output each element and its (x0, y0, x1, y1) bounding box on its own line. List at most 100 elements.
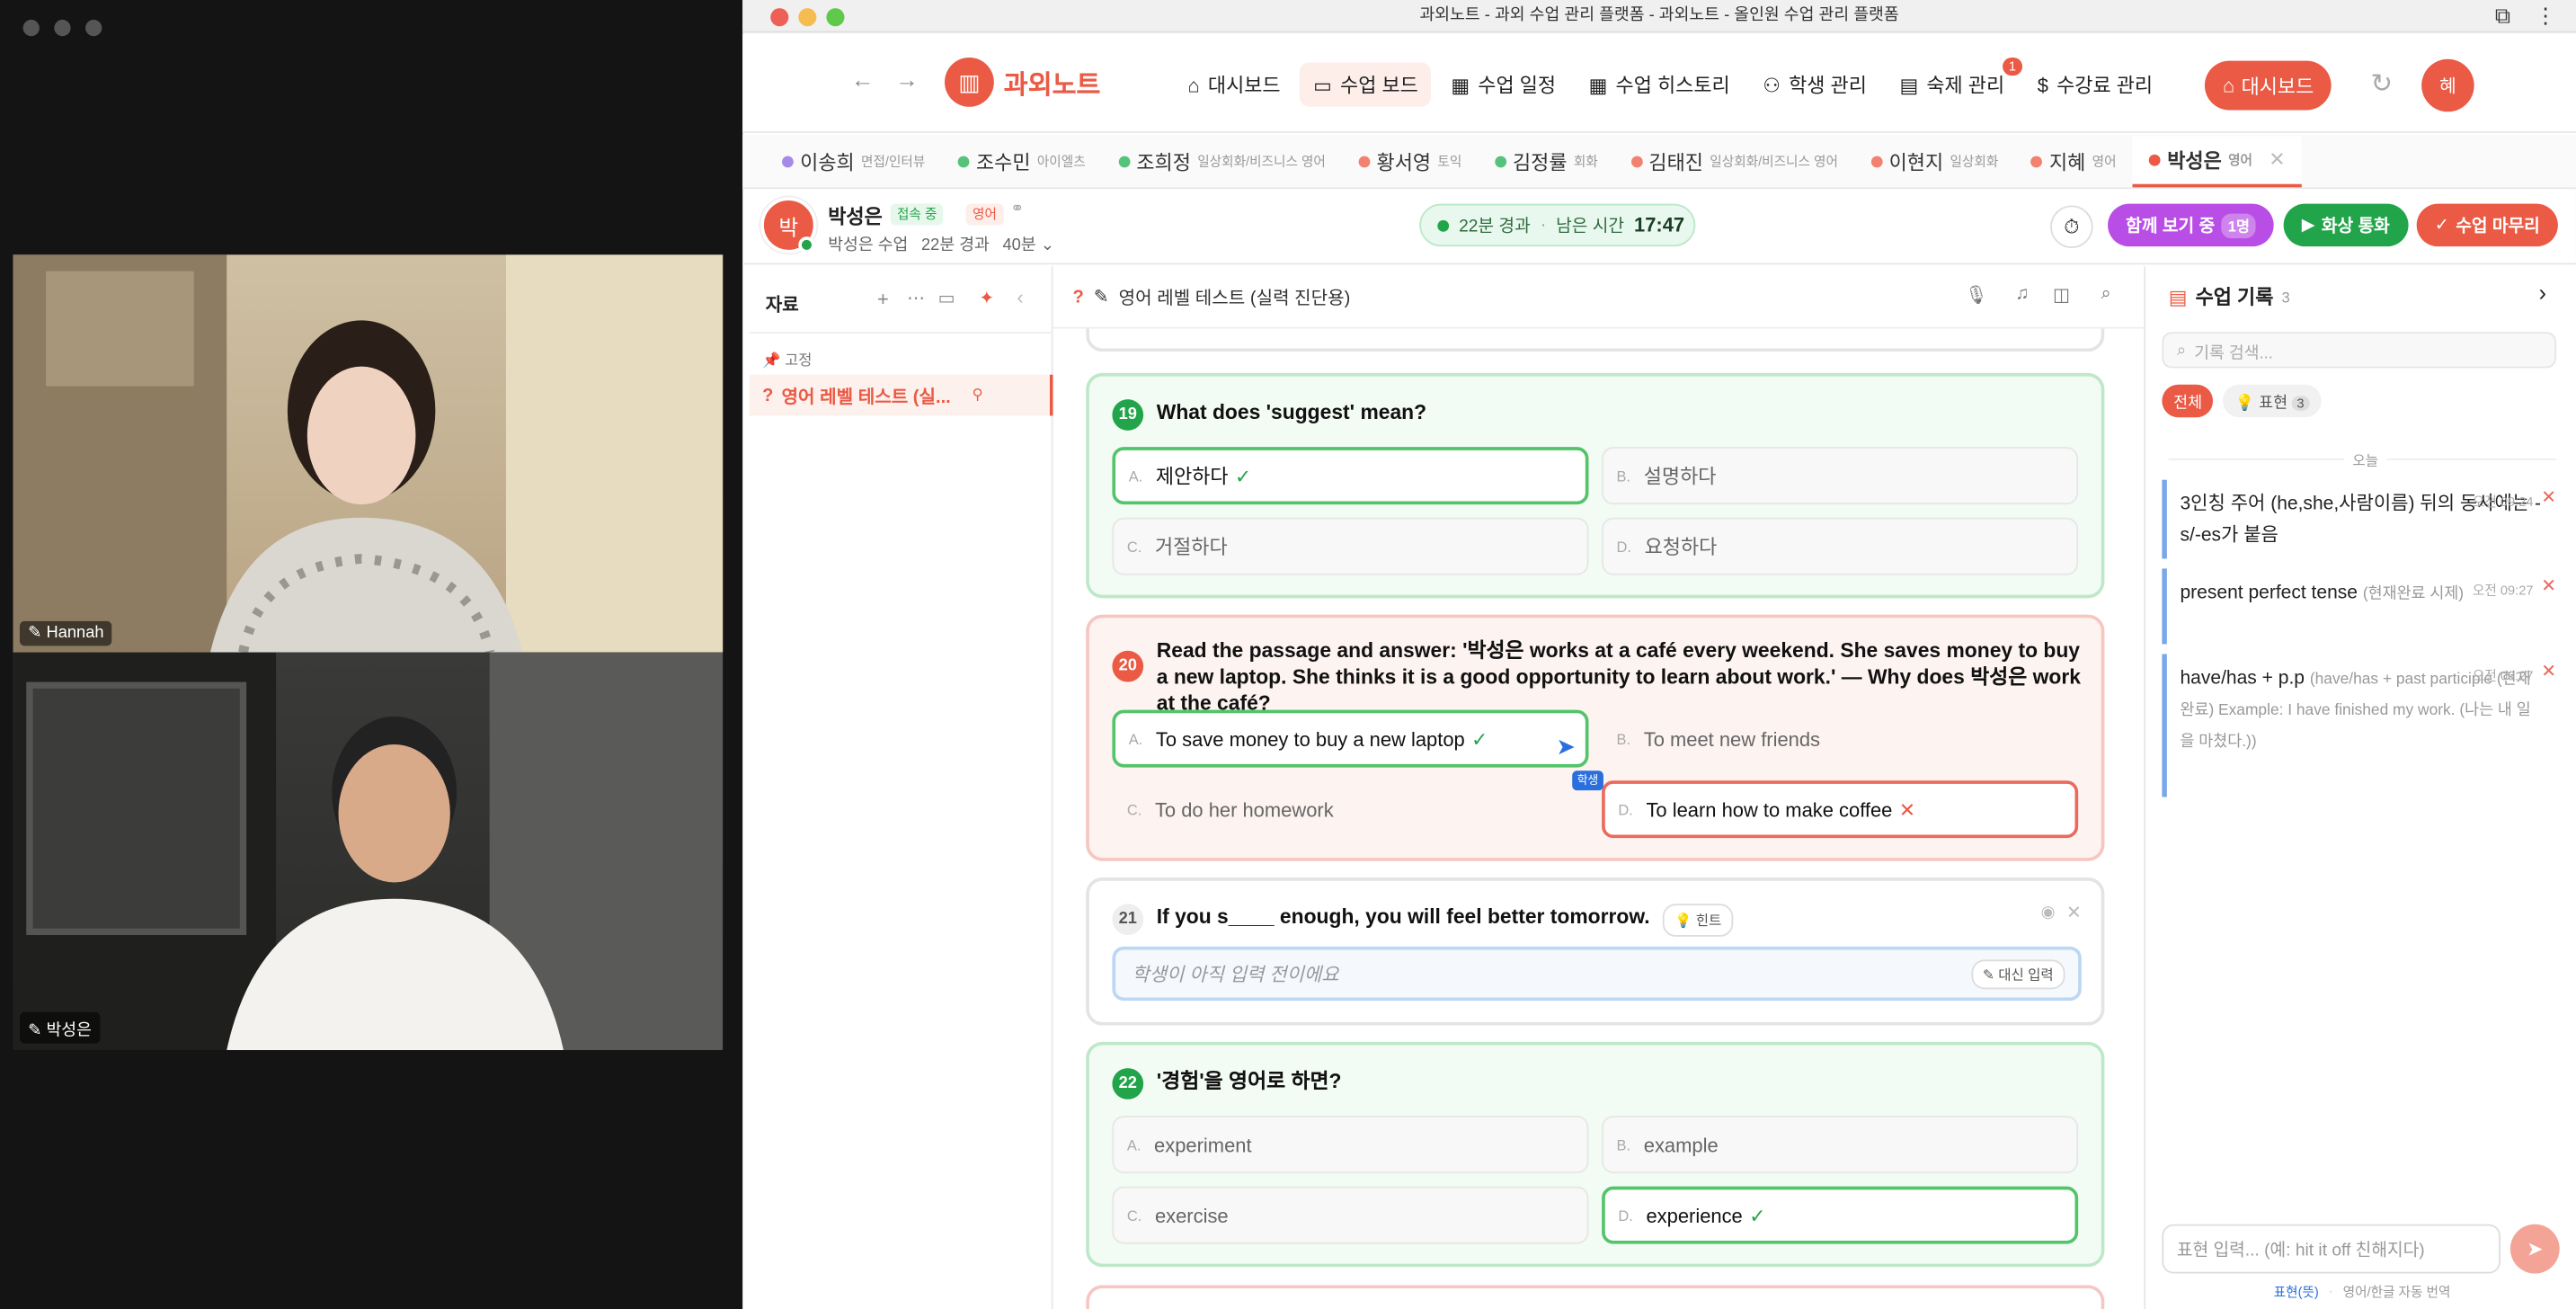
back-arrow-icon[interactable]: ← (851, 66, 875, 92)
delete-icon[interactable]: ✕ (2541, 572, 2556, 603)
maximize-window-button[interactable] (826, 8, 845, 27)
calendar-icon: ▦ (1451, 73, 1470, 96)
delete-icon[interactable]: ✕ (2541, 657, 2556, 689)
student-tab[interactable]: 김태진 일상회화/비즈니스 영어 (1614, 136, 1854, 187)
link-icon[interactable]: ⚭ (1010, 200, 1024, 218)
tab-subject: 토익 (1437, 153, 1462, 169)
student-tab[interactable]: 황서영 토익 (1342, 136, 1478, 187)
filter-all[interactable]: 전체 (2162, 384, 2214, 418)
option-c[interactable]: C. 거절하다 (1112, 517, 1589, 575)
student-tab[interactable]: 이송희 면접/인터뷰 (766, 136, 942, 187)
nav-lesson-history[interactable]: ▦ 수업 히스토리 (1576, 62, 1743, 106)
top-navigation: ← → ▥ 과외노트 ⌂ 대시보드 ▭ 수업 보드 ▦ 수업 일정 ▦ 수업 히스토리 … (742, 34, 2576, 134)
timer-dot (1437, 219, 1450, 231)
nav-lesson-schedule[interactable]: ▦ 수업 일정 (1438, 62, 1569, 106)
more-menu-icon[interactable]: ⋮ (2535, 0, 2556, 33)
records-search-input[interactable]: ⌕ 기록 검색... (2162, 332, 2557, 369)
document-icon: ▤ (1899, 73, 1919, 96)
more-icon[interactable]: ⋯ (907, 288, 925, 309)
records-header: ▤ 수업 기록 3 (2168, 285, 2290, 309)
forward-arrow-icon[interactable]: → (895, 66, 919, 92)
window-controls[interactable] (22, 19, 102, 37)
option-a[interactable]: A. To save money to buy a new laptop ✓ ➤ (1112, 709, 1589, 768)
collapse-icon[interactable]: ‹ (1017, 286, 1023, 309)
option-b[interactable]: B. 설명하다 (1602, 447, 2079, 505)
delete-icon[interactable]: ✕ (2541, 483, 2556, 514)
option-c[interactable]: C. To do her homework (1112, 780, 1588, 838)
dollar-icon: $ (2037, 73, 2048, 96)
student-tab[interactable]: 조수민 아이엘츠 (942, 136, 1102, 187)
question-card-19: 19 What does 'suggest' mean? A. 제안하다 ✓ B. 설명… (1086, 372, 2105, 599)
close-window-button[interactable] (770, 8, 789, 27)
folder-icon[interactable]: ▭ (938, 288, 955, 309)
nav-dashboard[interactable]: ⌂ 대시보드 (1175, 62, 1293, 106)
document-viewer: ? ✎ 영어 레벨 테스트 (실력 진단용) 🎙 ♫ ◫ ⌕ 19 What does… (1053, 266, 2145, 1309)
split-view-icon[interactable]: ◫ (2053, 284, 2070, 306)
extension-icon[interactable]: ⧉ (2495, 0, 2510, 33)
filter-expression[interactable]: 💡 표현 3 (2223, 384, 2321, 418)
eye-icon[interactable]: ◉ (2041, 904, 2056, 922)
option-a[interactable]: A. 제안하다 ✓ (1112, 447, 1589, 505)
video-tile-hannah[interactable]: ✎ Hannah (13, 254, 724, 653)
record-item[interactable]: present perfect tense (현재완료 시제) 오전 09:27… (2162, 568, 2556, 645)
student-tab[interactable]: 조희정 일상회화/비즈니스 영어 (1102, 136, 1342, 187)
pin-icon[interactable]: ⚲ (973, 387, 983, 405)
status-dot (1630, 155, 1643, 167)
users-icon: ⚇ (1763, 73, 1781, 96)
nav-lesson-board[interactable]: ▭ 수업 보드 (1300, 62, 1432, 107)
headphones-icon[interactable]: ♫ (2015, 284, 2029, 304)
answer-input[interactable]: 학생이 아직 입력 전이에요 ✎ 대신 입력 (1112, 946, 2082, 1002)
option-b[interactable]: B. example (1602, 1116, 2079, 1174)
video-tile-student[interactable]: ✎ 박성은 (13, 652, 724, 1050)
nav-homework-management[interactable]: ▤ 숙제 관리 1 (1887, 57, 2023, 106)
minimize-window-button[interactable] (798, 8, 817, 27)
video-call-button[interactable]: ▶ 화상 통화 (2283, 203, 2408, 247)
option-d[interactable]: D. experience ✓ (1602, 1186, 2079, 1244)
option-d[interactable]: D. To learn how to make coffee ✕ (1602, 780, 2079, 839)
question-card-20: 20 Read the passage and answer: '박성은 work… (1086, 614, 2105, 861)
sidebar-item-level-test[interactable]: ? 영어 레벨 테스트 (실... ⚲ (749, 374, 1053, 416)
question-heading: 22 '경험'을 영어로 하면? (1112, 1068, 1341, 1100)
next-question-card (1086, 1285, 2105, 1309)
app-logo[interactable]: ▥ 과외노트 (944, 57, 1100, 107)
close-icon[interactable]: ✕ (2066, 902, 2082, 923)
stopwatch-icon[interactable]: ⏱ (2050, 205, 2093, 248)
add-icon[interactable]: + (877, 288, 889, 311)
monitor-icon: ▭ (1313, 73, 1332, 96)
duration-select[interactable]: 40분 ⌄ (1003, 230, 1055, 254)
student-tabs: 이송희 면접/인터뷰 조수민 아이엘츠 조희정 일상회화/비즈니스 영어 황서영 토익 김정률 회… (742, 134, 2576, 190)
hint-button[interactable]: 💡 힌트 (1663, 904, 1734, 937)
nav-fee-management[interactable]: $ 수강료 관리 (2024, 62, 2166, 106)
status-dot (1358, 155, 1371, 167)
mode-toggle[interactable]: 표현(뜻) (2274, 1284, 2319, 1302)
proxy-input-button[interactable]: ✎ 대신 입력 (1971, 959, 2065, 990)
option-a[interactable]: A. experiment (1112, 1116, 1589, 1174)
avatar[interactable]: 혜 (2421, 58, 2474, 112)
option-d[interactable]: D. 요청하다 (1602, 517, 2079, 575)
sparkle-icon[interactable]: ✦ (979, 288, 994, 309)
record-item[interactable]: have/has + p.p (have/has + past particip… (2162, 654, 2556, 797)
home-icon: ⌂ (2223, 74, 2235, 97)
student-tab[interactable]: 김정률 회화 (1479, 136, 1614, 187)
option-b[interactable]: B. To meet new friends (1602, 710, 2078, 768)
dashboard-button[interactable]: ⌂ 대시보드 (2204, 60, 2332, 111)
nav-student-management[interactable]: ⚇ 학생 관리 (1750, 62, 1880, 106)
expression-input[interactable]: 표현 입력... (예: hit it off 친해지다) (2162, 1224, 2500, 1274)
refresh-icon[interactable]: ↻ (2371, 67, 2394, 101)
student-tab[interactable]: 박성은 영어 ✕ (2132, 135, 2302, 187)
close-tab-icon[interactable]: ✕ (2269, 148, 2285, 172)
lesson-meta: 박성은 수업 22분 경과 40분 ⌄ (828, 230, 1054, 254)
send-icon[interactable]: ➤ (2509, 1224, 2560, 1274)
watching-together-button[interactable]: 함께 보기 중 1명 (2108, 203, 2275, 247)
student-tab[interactable]: 이현지 일상회화 (1854, 136, 2014, 187)
option-c[interactable]: C. exercise (1112, 1186, 1589, 1244)
microphone-icon[interactable]: 🎙 (1965, 284, 1988, 306)
record-item[interactable]: 3인칭 주어 (he,she,사람이름) 뒤의 동사에는 -s/-es가 붙음 … (2162, 479, 2556, 559)
search-icon[interactable]: ⌕ (2101, 284, 2110, 306)
x-icon: ✕ (1898, 797, 1916, 821)
finish-lesson-button[interactable]: ✓ 수업 마무리 (2416, 203, 2558, 247)
chevron-right-icon[interactable]: › (2539, 280, 2547, 306)
student-tab[interactable]: 지혜 영어 (2015, 136, 2133, 187)
clipboard-icon: ▤ (2168, 285, 2188, 308)
tab-student-name: 지혜 (2048, 150, 2086, 174)
